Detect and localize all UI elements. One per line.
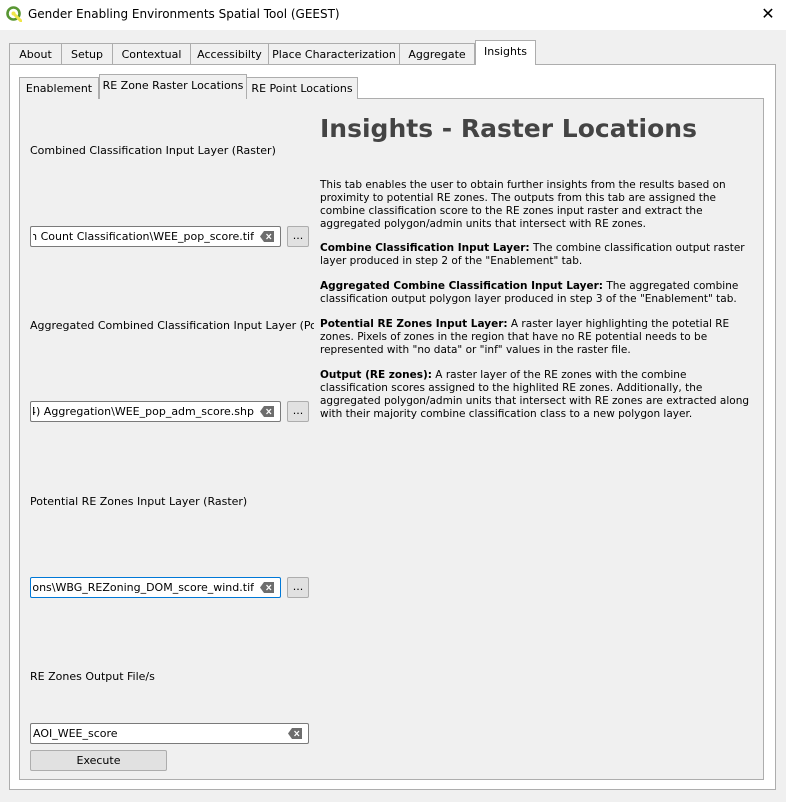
clear-icon[interactable]: [260, 231, 274, 242]
potential-re-zones-input[interactable]: ocations\WBG_REZoning_DOM_score_wind.tif: [30, 577, 281, 598]
help-item-aggregated: Aggregated Combine Classification Input …: [320, 280, 739, 305]
clear-icon[interactable]: [260, 406, 274, 417]
title-bar: Gender Enabling Environments Spatial Too…: [0, 0, 786, 30]
aggregated-classification-value: hts\4) Aggregation\WEE_pop_adm_score.shp: [33, 405, 254, 418]
tab-place-characterization[interactable]: Place Characterization: [268, 43, 400, 65]
potential-re-zones-value: ocations\WBG_REZoning_DOM_score_wind.tif: [33, 581, 254, 594]
tab-about[interactable]: About: [9, 43, 62, 65]
help-item-potential: Potential RE Zones Input Layer: A raster…: [320, 318, 730, 356]
aggregated-browse-button[interactable]: ...: [287, 401, 309, 422]
combined-classification-input[interactable]: lation Count Classification\WEE_pop_scor…: [30, 226, 281, 247]
combined-classification-value: lation Count Classification\WEE_pop_scor…: [33, 230, 254, 243]
help-title: Insights - Raster Locations: [320, 114, 697, 143]
help-intro: This tab enables the user to obtain furt…: [320, 179, 726, 230]
execute-button[interactable]: Execute: [30, 750, 167, 771]
window-title: Gender Enabling Environments Spatial Too…: [28, 7, 340, 21]
aggregated-classification-label: Aggregated Combined Classification Input…: [30, 319, 352, 332]
aggregated-classification-input[interactable]: hts\4) Aggregation\WEE_pop_adm_score.shp: [30, 401, 281, 422]
potential-browse-button[interactable]: ...: [287, 577, 309, 598]
potential-re-zones-label: Potential RE Zones Input Layer (Raster): [30, 495, 248, 508]
qgis-logo-icon: [6, 6, 22, 22]
tab-re-zone-raster-locations[interactable]: RE Zone Raster Locations: [99, 74, 247, 99]
output-file-input[interactable]: AOI_WEE_score: [30, 723, 309, 744]
output-file-label: RE Zones Output File/s: [30, 670, 155, 683]
help-item-output: Output (RE zones): A raster layer of the…: [320, 369, 750, 420]
tab-accessibility[interactable]: Accessibilty: [190, 43, 269, 65]
tab-insights[interactable]: Insights: [475, 40, 536, 65]
clear-icon[interactable]: [260, 582, 274, 593]
tab-re-point-locations[interactable]: RE Point Locations: [246, 77, 358, 99]
close-button[interactable]: ✕: [758, 4, 778, 24]
help-panel: Insights - Raster Locations This tab ena…: [314, 109, 755, 771]
tab-contextual[interactable]: Contextual: [112, 43, 191, 65]
tab-setup[interactable]: Setup: [61, 43, 113, 65]
help-item-combine: Combine Classification Input Layer: The …: [320, 242, 745, 267]
output-file-value: AOI_WEE_score: [33, 727, 118, 740]
combined-browse-button[interactable]: ...: [287, 226, 309, 247]
clear-icon[interactable]: [288, 728, 302, 739]
tab-enablement[interactable]: Enablement: [19, 77, 99, 99]
combined-classification-label: Combined Classification Input Layer (Ras…: [30, 144, 276, 157]
tab-aggregate[interactable]: Aggregate: [399, 43, 475, 65]
